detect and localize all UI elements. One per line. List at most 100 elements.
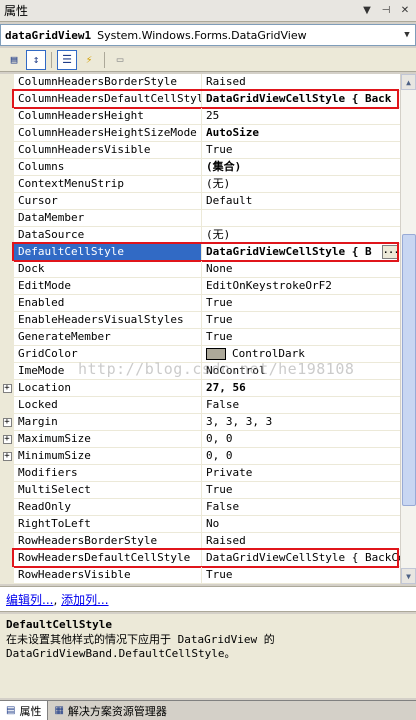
- scroll-up-icon[interactable]: ▲: [401, 74, 416, 90]
- property-value[interactable]: 25: [202, 108, 400, 124]
- row-gutter: [0, 159, 14, 175]
- property-row[interactable]: Enabled True: [0, 295, 400, 312]
- expand-icon[interactable]: +: [2, 383, 12, 393]
- property-row[interactable]: ImeMode NoControl: [0, 363, 400, 380]
- row-gutter: [0, 516, 14, 532]
- row-gutter: +: [0, 448, 14, 464]
- property-value[interactable]: True: [202, 329, 400, 345]
- property-row[interactable]: DefaultCellStyle DataGridViewCellStyle { …: [0, 242, 400, 262]
- property-value[interactable]: Raised: [202, 74, 400, 90]
- property-value[interactable]: DataGridViewCellStyle { Back: [202, 91, 400, 107]
- property-value[interactable]: DataGridViewCellStyle { B...: [202, 244, 400, 260]
- property-value-text: 0, 0: [206, 449, 233, 462]
- property-row[interactable]: ColumnHeadersDefaultCellStyle DataGridVie…: [0, 89, 400, 109]
- expand-icon[interactable]: +: [2, 417, 12, 427]
- property-value[interactable]: ControlDark: [202, 346, 400, 362]
- property-row[interactable]: ColumnHeadersVisible True: [0, 142, 400, 159]
- property-value[interactable]: False: [202, 397, 400, 413]
- property-row[interactable]: Columns (集合): [0, 159, 400, 176]
- property-value[interactable]: 3, 3, 3, 3: [202, 414, 400, 430]
- property-value[interactable]: True: [202, 142, 400, 158]
- property-row[interactable]: EnableHeadersVisualStyles True: [0, 312, 400, 329]
- categorized-icon[interactable]: ▤: [4, 50, 24, 70]
- property-row[interactable]: RowHeadersDefaultCellStyle DataGridViewCe…: [0, 548, 400, 568]
- property-row[interactable]: RowHeadersBorderStyle Raised: [0, 533, 400, 550]
- property-row[interactable]: ColumnHeadersHeightSizeMode AutoSize: [0, 125, 400, 142]
- property-row[interactable]: DataMember: [0, 210, 400, 227]
- alphabetical-icon[interactable]: ↕: [26, 49, 46, 70]
- ellipsis-button[interactable]: ...: [382, 245, 399, 259]
- toolbar-separator: [51, 51, 52, 68]
- property-grid: ColumnHeadersBorderStyle Raised ColumnHead…: [0, 74, 400, 584]
- commands-pane: 编辑列..., 添加列...: [0, 586, 416, 612]
- row-gutter: [0, 550, 14, 566]
- scroll-thumb[interactable]: [402, 234, 416, 506]
- row-gutter: [0, 465, 14, 481]
- property-value[interactable]: True: [202, 312, 400, 328]
- property-row[interactable]: GenerateMember True: [0, 329, 400, 346]
- tab-properties[interactable]: ▤ 属性: [0, 701, 49, 720]
- property-row[interactable]: DataSource (无): [0, 227, 400, 244]
- property-row[interactable]: + Margin 3, 3, 3, 3: [0, 414, 400, 431]
- property-row[interactable]: ReadOnly False: [0, 499, 400, 516]
- property-value[interactable]: (无): [202, 227, 400, 243]
- property-value[interactable]: None: [202, 261, 400, 277]
- property-value[interactable]: 0, 0: [202, 431, 400, 447]
- scroll-down-icon[interactable]: ▼: [401, 568, 416, 584]
- property-value[interactable]: (集合): [202, 159, 400, 175]
- property-value[interactable]: EditOnKeystrokeOrF2: [202, 278, 400, 294]
- property-row[interactable]: Cursor Default: [0, 193, 400, 210]
- property-value-text: True: [206, 143, 233, 156]
- property-row[interactable]: ColumnHeadersBorderStyle Raised: [0, 74, 400, 91]
- vertical-scrollbar[interactable]: ▲ ▼: [400, 74, 416, 584]
- pin-icon[interactable]: ⊣: [378, 3, 394, 19]
- property-row[interactable]: RightToLeft No: [0, 516, 400, 533]
- edit-columns-link[interactable]: 编辑列...: [6, 593, 53, 607]
- property-value-text: AutoSize: [206, 126, 259, 139]
- row-gutter: [0, 108, 14, 124]
- property-row[interactable]: Dock None: [0, 261, 400, 278]
- close-icon[interactable]: ✕: [397, 3, 413, 19]
- property-row[interactable]: Modifiers Private: [0, 465, 400, 482]
- property-row[interactable]: Locked False: [0, 397, 400, 414]
- property-value[interactable]: 27, 56: [202, 380, 400, 396]
- property-row[interactable]: + MinimumSize 0, 0: [0, 448, 400, 465]
- property-row[interactable]: GridColor ControlDark: [0, 346, 400, 363]
- property-value[interactable]: (无): [202, 176, 400, 192]
- property-row[interactable]: ColumnHeadersHeight 25: [0, 108, 400, 125]
- object-selector[interactable]: dataGridView1 System.Windows.Forms.DataG…: [0, 24, 416, 46]
- property-value-text: DataGridViewCellStyle { BackColo: [206, 551, 400, 564]
- expand-icon[interactable]: +: [2, 434, 12, 444]
- property-pages-icon[interactable]: ▭: [110, 50, 130, 70]
- property-value[interactable]: 0, 0: [202, 448, 400, 464]
- tab-solution-explorer[interactable]: ▦ 解决方案资源管理器: [48, 701, 172, 720]
- property-value[interactable]: AutoSize: [202, 125, 400, 141]
- events-icon[interactable]: ⚡: [79, 50, 99, 70]
- property-row[interactable]: EditMode EditOnKeystrokeOrF2: [0, 278, 400, 295]
- property-value[interactable]: True: [202, 482, 400, 498]
- property-value-text: (集合): [206, 160, 242, 173]
- expand-icon[interactable]: +: [2, 451, 12, 461]
- property-value[interactable]: NoControl: [202, 363, 400, 379]
- chevron-down-icon[interactable]: ▼: [399, 25, 415, 45]
- property-value[interactable]: True: [202, 295, 400, 311]
- property-value[interactable]: Private: [202, 465, 400, 481]
- property-value[interactable]: No: [202, 516, 400, 532]
- property-row[interactable]: + MaximumSize 0, 0: [0, 431, 400, 448]
- property-row[interactable]: + Location 27, 56: [0, 380, 400, 397]
- property-value[interactable]: Default: [202, 193, 400, 209]
- property-value[interactable]: True: [202, 567, 400, 583]
- dropdown-icon[interactable]: ▼: [359, 3, 375, 19]
- property-value[interactable]: False: [202, 499, 400, 515]
- property-row[interactable]: RowHeadersVisible True: [0, 567, 400, 584]
- properties-tab-icon: ▤: [6, 705, 16, 716]
- properties-icon[interactable]: ☰: [57, 49, 77, 70]
- property-value[interactable]: DataGridViewCellStyle { BackColo: [202, 550, 400, 566]
- row-gutter: [0, 244, 14, 260]
- add-column-link[interactable]: 添加列...: [61, 593, 108, 607]
- property-name: DataSource: [14, 227, 202, 243]
- property-row[interactable]: MultiSelect True: [0, 482, 400, 499]
- property-value[interactable]: [202, 210, 400, 226]
- property-row[interactable]: ContextMenuStrip (无): [0, 176, 400, 193]
- property-value[interactable]: Raised: [202, 533, 400, 549]
